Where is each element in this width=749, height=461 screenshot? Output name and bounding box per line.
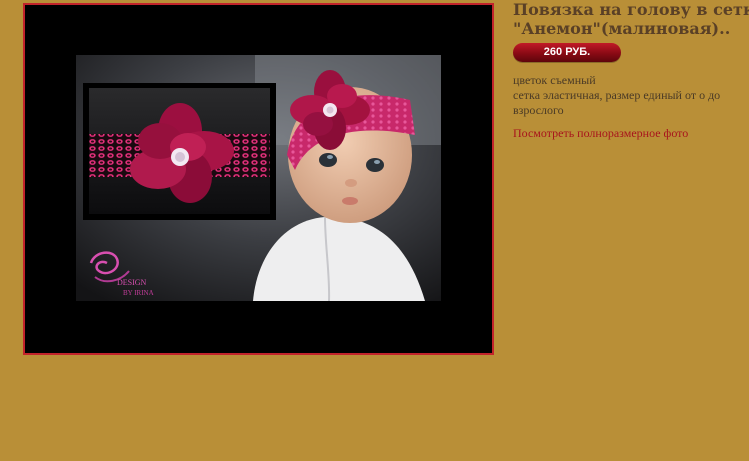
- product-title-line2: "Анемон"(малиновая)..: [513, 19, 731, 38]
- product-description: цветок съемный сетка эластичная, размер …: [513, 73, 749, 118]
- description-line3: взрослого: [513, 103, 564, 117]
- product-title: Повязка на голову в сетку "Анемон"(малин…: [513, 0, 749, 38]
- product-photo[interactable]: DESIGN BY IRINA: [23, 3, 494, 355]
- product-photo-image: DESIGN BY IRINA: [76, 55, 441, 302]
- watermark-line2: BY IRINA: [123, 289, 154, 297]
- price-badge: 260 РУБ.: [513, 43, 621, 62]
- description-line2: сетка эластичная, размер единый от о до: [513, 88, 721, 102]
- watermark-line1: DESIGN: [117, 278, 147, 287]
- view-full-size-photo-link[interactable]: Посмотреть полноразмерное фото: [513, 126, 688, 141]
- description-line1: цветок съемный: [513, 73, 596, 87]
- product-title-line1: Повязка на голову в сетку: [513, 0, 749, 19]
